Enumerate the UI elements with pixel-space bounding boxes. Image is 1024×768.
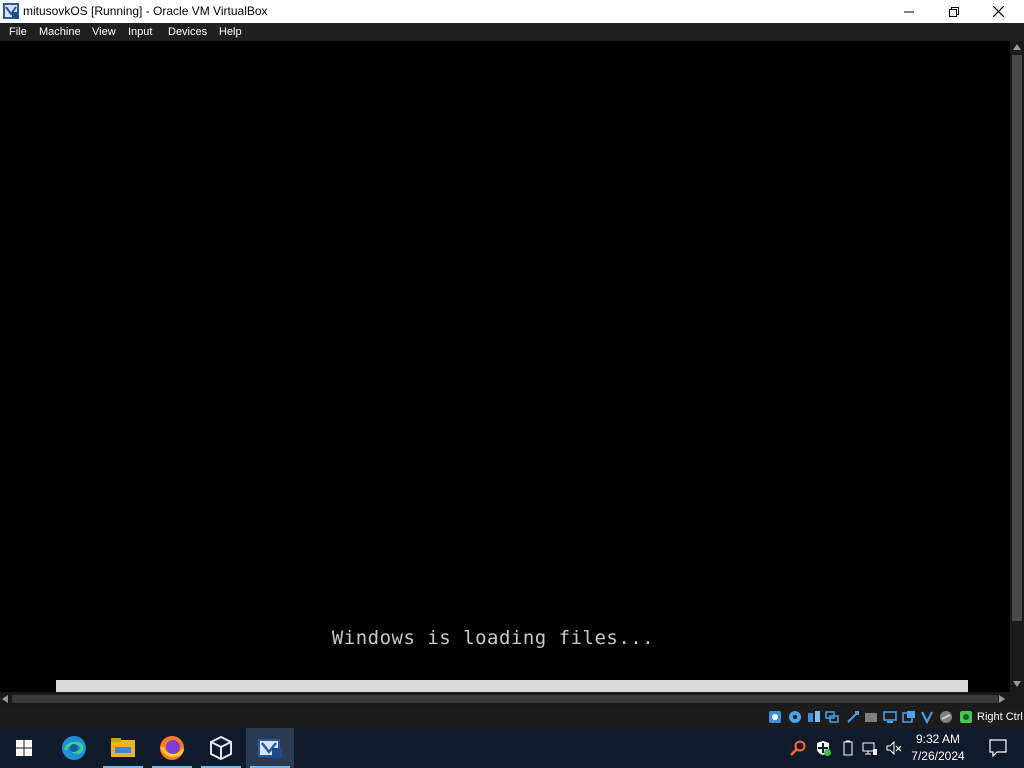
- menu-input[interactable]: Input: [128, 25, 152, 39]
- taskbar-firefox[interactable]: [148, 728, 196, 768]
- taskbar-edge[interactable]: [50, 728, 98, 768]
- horizontal-scroll-track[interactable]: [12, 695, 998, 703]
- vertical-scrollbar[interactable]: [1010, 41, 1024, 692]
- menu-file[interactable]: File: [9, 25, 27, 39]
- network-icon[interactable]: [825, 710, 839, 724]
- mouse-integration-icon[interactable]: [959, 710, 973, 724]
- optical-drive-icon[interactable]: [788, 710, 802, 724]
- virtualbox-vm-icon: [258, 739, 282, 758]
- volume-muted-icon[interactable]: [886, 740, 902, 756]
- taskbar-virtualbox-vm[interactable]: [246, 728, 294, 768]
- taskbar-virtualbox-manager[interactable]: [197, 728, 245, 768]
- vm-status-bar: Right Ctrl: [0, 706, 1024, 728]
- display-icon[interactable]: [883, 710, 897, 724]
- menu-view[interactable]: View: [92, 25, 116, 39]
- start-icon: [16, 740, 32, 756]
- window-title: mitusovkOS [Running] - Oracle VM Virtual…: [23, 4, 268, 18]
- menu-devices[interactable]: Devices: [168, 25, 207, 39]
- virtualbox-app-icon[interactable]: [3, 3, 19, 19]
- close-icon: [993, 6, 1004, 17]
- system-clock[interactable]: 9:32 AM 7/26/2024: [903, 731, 973, 765]
- host-key-label[interactable]: Right Ctrl: [977, 710, 1023, 724]
- notification-center-button[interactable]: [978, 728, 1018, 768]
- restore-icon: [948, 6, 959, 17]
- taskbar-file-explorer[interactable]: [99, 728, 147, 768]
- boot-message: Windows is loading files...: [331, 627, 655, 649]
- clock-time: 9:32 AM: [915, 732, 961, 746]
- battery-icon[interactable]: [840, 740, 856, 756]
- close-button[interactable]: [976, 0, 1021, 23]
- horizontal-scroll-thumb[interactable]: [56, 680, 968, 692]
- minimize-button[interactable]: [886, 0, 931, 23]
- defender-icon[interactable]: [815, 740, 831, 756]
- usb-icon[interactable]: [846, 710, 860, 724]
- edge-icon: [62, 736, 86, 760]
- screen: mitusovkOS [Running] - Oracle VM Virtual…: [0, 0, 1024, 768]
- title-bar[interactable]: mitusovkOS [Running] - Oracle VM Virtual…: [0, 0, 1024, 23]
- menu-bar: File Machine View Input Devices Help: [0, 23, 1024, 41]
- network-tray-icon[interactable]: [862, 740, 878, 756]
- audio-icon[interactable]: [807, 710, 821, 724]
- virtualbox-icon: [210, 736, 232, 760]
- restore-button[interactable]: [931, 0, 976, 23]
- video-capture-icon[interactable]: [902, 710, 916, 724]
- menu-machine[interactable]: Machine: [39, 25, 81, 39]
- minimize-icon: [903, 11, 914, 12]
- windows-taskbar: 9:32 AM 7/26/2024: [0, 728, 1024, 768]
- hard-disk-icon[interactable]: [768, 710, 782, 724]
- vertical-scroll-thumb[interactable]: [1012, 55, 1022, 621]
- file-explorer-icon: [111, 738, 135, 757]
- scroll-left-icon[interactable]: [2, 695, 8, 703]
- vm-display[interactable]: Windows is loading files...: [0, 41, 1010, 692]
- notification-icon: [989, 739, 1007, 757]
- horizontal-scrollbar[interactable]: [0, 680, 1010, 706]
- shared-folders-icon[interactable]: [864, 710, 878, 724]
- cpu-icon[interactable]: [939, 710, 953, 724]
- recording-icon[interactable]: [920, 710, 934, 724]
- scroll-down-icon[interactable]: [1013, 681, 1021, 687]
- scroll-right-icon[interactable]: [999, 695, 1005, 703]
- scroll-corner: [1010, 692, 1024, 706]
- clock-date: 7/26/2024: [911, 749, 965, 763]
- menu-help[interactable]: Help: [219, 25, 242, 39]
- search-tray-icon[interactable]: [790, 740, 806, 756]
- start-button[interactable]: [0, 728, 48, 768]
- firefox-icon: [160, 736, 185, 760]
- scroll-up-icon[interactable]: [1013, 44, 1021, 50]
